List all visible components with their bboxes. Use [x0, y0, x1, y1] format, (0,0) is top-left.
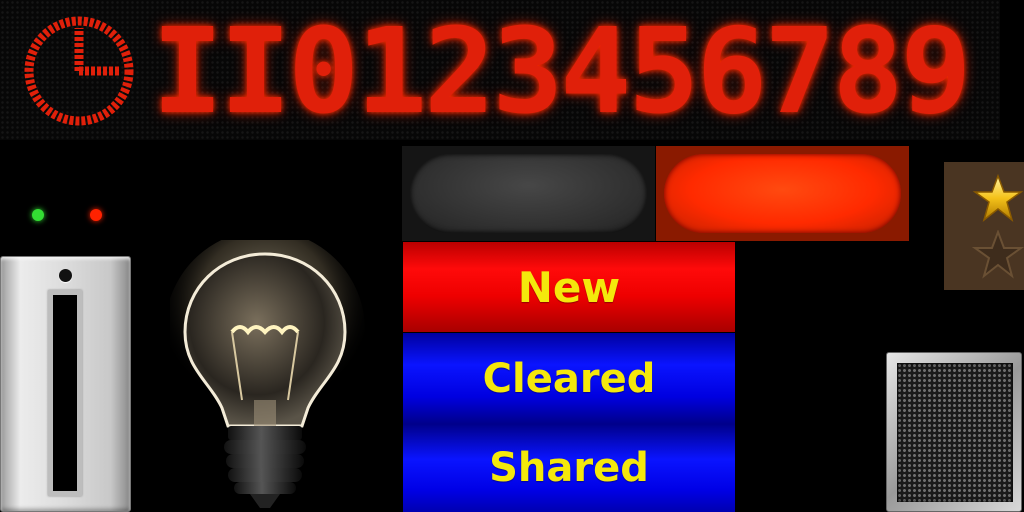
light-bulb-icon[interactable] — [170, 240, 370, 512]
label-cleared[interactable]: Cleared — [403, 333, 735, 424]
green-led — [32, 209, 44, 221]
red-led — [90, 209, 102, 221]
switch-slot[interactable] — [48, 290, 82, 496]
label-shared[interactable]: Shared — [403, 424, 735, 512]
star-empty-icon[interactable] — [972, 230, 1024, 280]
led-digits: II0123456789 — [152, 2, 972, 140]
toggle-off-state[interactable] — [402, 146, 655, 241]
label-new[interactable]: New — [403, 242, 735, 332]
toggle-off-pill — [410, 154, 647, 233]
switch-screw-hole — [59, 269, 72, 282]
clock-icon — [24, 16, 134, 126]
toggle-on-state[interactable] — [656, 146, 909, 241]
speaker-grille-icon — [897, 363, 1013, 502]
toggle-on-pill — [664, 154, 901, 233]
toggle-switch[interactable] — [402, 146, 909, 241]
star-filled-icon[interactable] — [972, 174, 1024, 224]
